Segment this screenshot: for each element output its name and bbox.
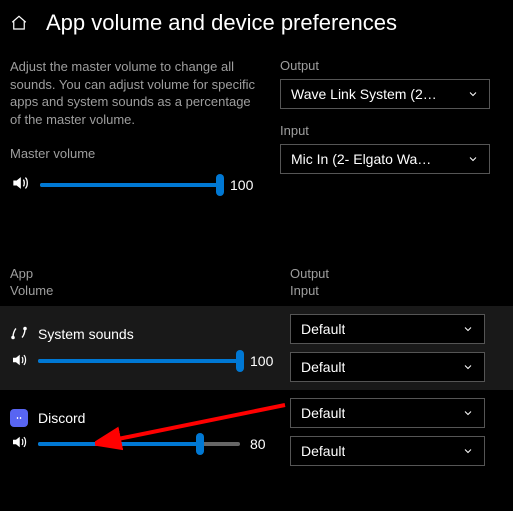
app-volume-value: 80 [250, 436, 280, 452]
app-volume-slider[interactable] [38, 442, 240, 446]
discord-icon [10, 409, 28, 427]
chevron-down-icon [467, 88, 479, 100]
app-name: System sounds [38, 326, 134, 342]
home-icon[interactable] [10, 14, 28, 32]
chevron-down-icon [462, 407, 474, 419]
input-label: Input [280, 123, 503, 138]
app-output-dropdown[interactable]: Default [290, 314, 485, 344]
input-device-value: Mic In (2- Elgato Wa… [291, 151, 431, 167]
app-volume-slider[interactable] [38, 359, 240, 363]
app-output-dropdown[interactable]: Default [290, 398, 485, 428]
column-header-input: Input [290, 283, 329, 300]
column-header-output: Output [290, 266, 329, 283]
output-label: Output [280, 58, 503, 73]
app-row-discord: Discord 80 Default Default [0, 390, 513, 474]
master-volume-value: 100 [230, 177, 260, 193]
chevron-down-icon [462, 445, 474, 457]
description-text: Adjust the master volume to change all s… [10, 58, 260, 128]
app-row-system-sounds: System sounds 100 Default Default [0, 306, 513, 390]
chevron-down-icon [467, 153, 479, 165]
app-volume-value: 100 [250, 353, 280, 369]
master-volume-slider[interactable] [40, 183, 220, 187]
app-input-dropdown[interactable]: Default [290, 436, 485, 466]
chevron-down-icon [462, 361, 474, 373]
column-header-volume: Volume [10, 283, 290, 300]
output-device-value: Wave Link System (2… [291, 86, 437, 102]
column-header-app: App [10, 266, 290, 283]
chevron-down-icon [462, 323, 474, 335]
page-title: App volume and device preferences [46, 10, 397, 36]
input-device-dropdown[interactable]: Mic In (2- Elgato Wa… [280, 144, 490, 174]
output-device-dropdown[interactable]: Wave Link System (2… [280, 79, 490, 109]
app-name: Discord [38, 410, 85, 426]
app-output-value: Default [301, 321, 345, 337]
speaker-icon[interactable] [10, 173, 30, 196]
system-sounds-icon [10, 324, 28, 345]
master-volume-label: Master volume [10, 146, 260, 161]
app-output-value: Default [301, 405, 345, 421]
speaker-icon[interactable] [10, 351, 28, 372]
app-input-value: Default [301, 359, 345, 375]
speaker-icon[interactable] [10, 433, 28, 454]
app-input-dropdown[interactable]: Default [290, 352, 485, 382]
app-input-value: Default [301, 443, 345, 459]
